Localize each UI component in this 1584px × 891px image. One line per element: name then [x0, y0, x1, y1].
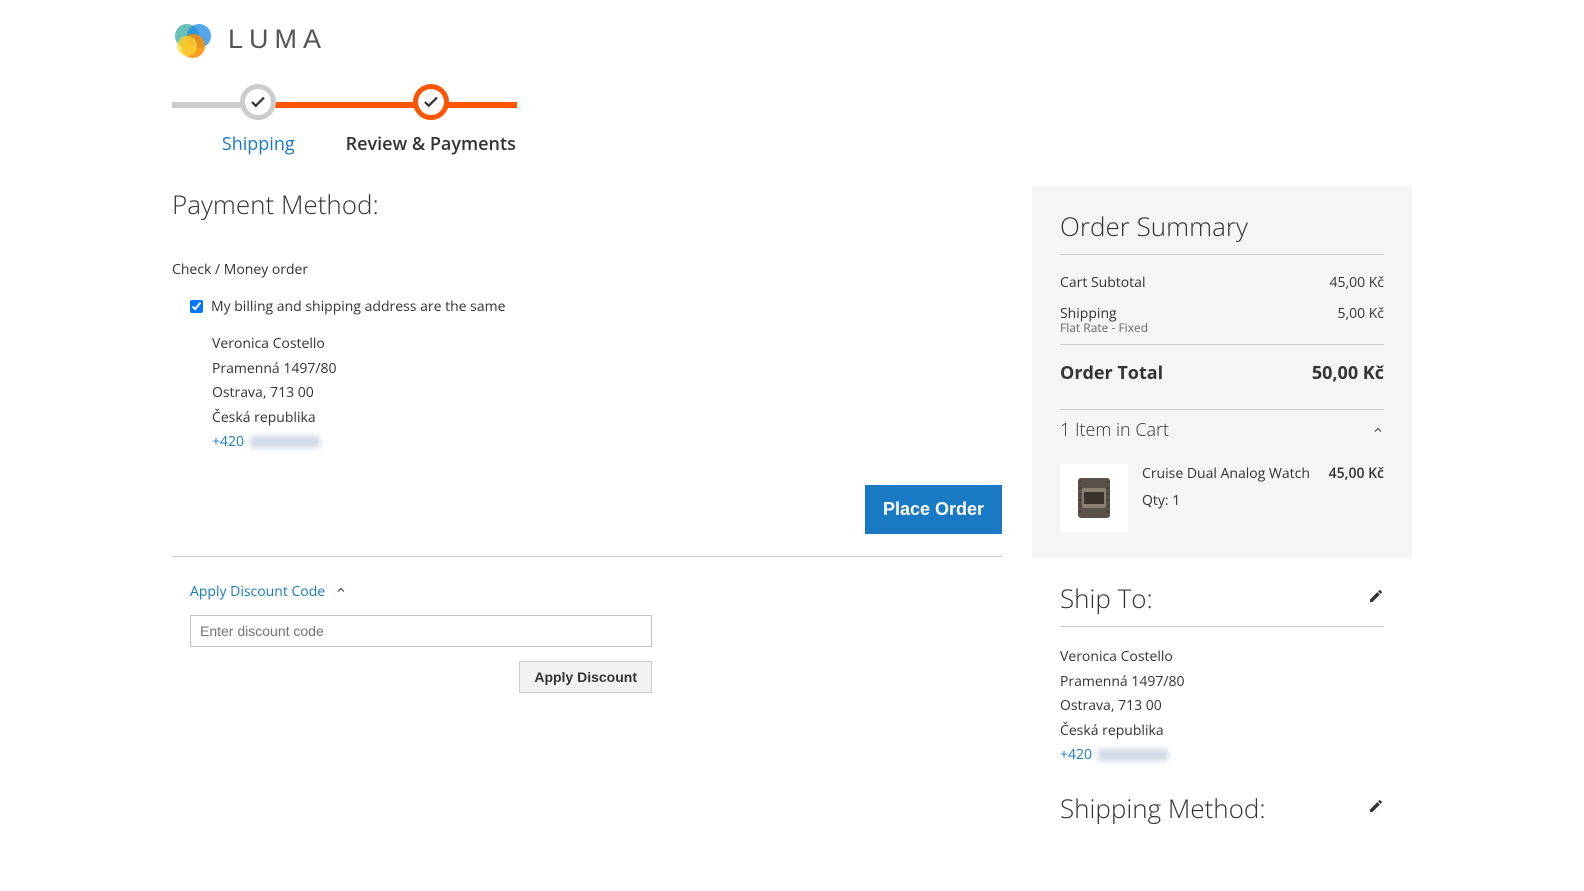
ship-street: Pramenná 1497/80	[1060, 670, 1384, 695]
address-name: Veronica Costello	[212, 332, 1002, 357]
subtotal-label: Cart Subtotal	[1060, 273, 1146, 292]
shipping-value: 5,00 Kč	[1337, 304, 1384, 323]
ship-city: Ostrava, 713 00	[1060, 694, 1384, 719]
check-icon	[240, 84, 276, 120]
cart-item: Cruise Dual Analog Watch Qty: 1 45,00 Kč	[1060, 450, 1384, 536]
apply-discount-button[interactable]: Apply Discount	[519, 661, 652, 693]
logo[interactable]: LUMA	[172, 18, 327, 60]
payment-method-title: Payment Method:	[172, 186, 1002, 230]
total-label: Order Total	[1060, 361, 1163, 385]
progress-label: Review & Payments	[346, 132, 516, 156]
cart-item-price: 45,00 Kč	[1329, 464, 1384, 532]
order-summary-title: Order Summary	[1060, 208, 1384, 255]
phone-redacted	[1098, 749, 1168, 761]
cart-item-name: Cruise Dual Analog Watch	[1142, 464, 1315, 483]
cart-items-toggle[interactable]: 1 Item in Cart	[1060, 409, 1384, 450]
cart-items-count: 1 Item in Cart	[1060, 418, 1169, 442]
header: LUMA	[172, 0, 1412, 70]
ship-name: Veronica Costello	[1060, 645, 1384, 670]
logo-text: LUMA	[228, 24, 327, 55]
phone-redacted	[250, 436, 320, 448]
total-value: 50,00 Kč	[1312, 361, 1384, 385]
payment-method-name: Check / Money order	[172, 260, 1002, 279]
ship-country: Česká republika	[1060, 719, 1384, 744]
ship-to-title: Ship To:	[1060, 580, 1153, 616]
place-order-button[interactable]: Place Order	[865, 485, 1002, 534]
product-image	[1060, 464, 1128, 532]
ship-to-section: Ship To: Veronica Costello Pramenná 1497…	[1032, 558, 1412, 768]
checkout-progress: Shipping Review & Payments	[172, 84, 517, 156]
luma-logo-icon	[172, 18, 214, 60]
address-street: Pramenná 1497/80	[212, 357, 1002, 382]
billing-address: Veronica Costello Pramenná 1497/80 Ostra…	[212, 332, 1002, 455]
shipping-desc: Flat Rate - Fixed	[1060, 319, 1384, 336]
chevron-up-icon	[335, 582, 347, 601]
progress-step-review[interactable]: Review & Payments	[345, 84, 518, 156]
address-city: Ostrava, 713 00	[212, 381, 1002, 406]
chevron-up-icon	[1372, 418, 1384, 442]
pencil-icon[interactable]	[1368, 797, 1384, 819]
same-address-checkbox[interactable]	[190, 300, 203, 313]
address-phone[interactable]: +420	[212, 432, 244, 451]
same-address-label[interactable]: My billing and shipping address are the …	[211, 297, 505, 316]
subtotal-value: 45,00 Kč	[1329, 273, 1384, 292]
address-country: Česká republika	[212, 406, 1002, 431]
discount-code-input[interactable]	[190, 615, 652, 647]
discount-toggle[interactable]: Apply Discount Code	[172, 577, 1002, 615]
pencil-icon[interactable]	[1368, 587, 1384, 609]
check-icon	[413, 84, 449, 120]
shipping-method-section: Shipping Method:	[1032, 768, 1412, 836]
progress-step-shipping[interactable]: Shipping	[172, 84, 345, 156]
order-summary: Order Summary Cart Subtotal 45,00 Kč Shi…	[1032, 186, 1412, 558]
progress-label: Shipping	[222, 132, 295, 156]
ship-phone[interactable]: +420	[1060, 745, 1092, 764]
discount-toggle-label: Apply Discount Code	[190, 582, 325, 601]
shipping-method-title: Shipping Method:	[1060, 790, 1266, 826]
cart-item-qty: Qty: 1	[1142, 491, 1315, 510]
